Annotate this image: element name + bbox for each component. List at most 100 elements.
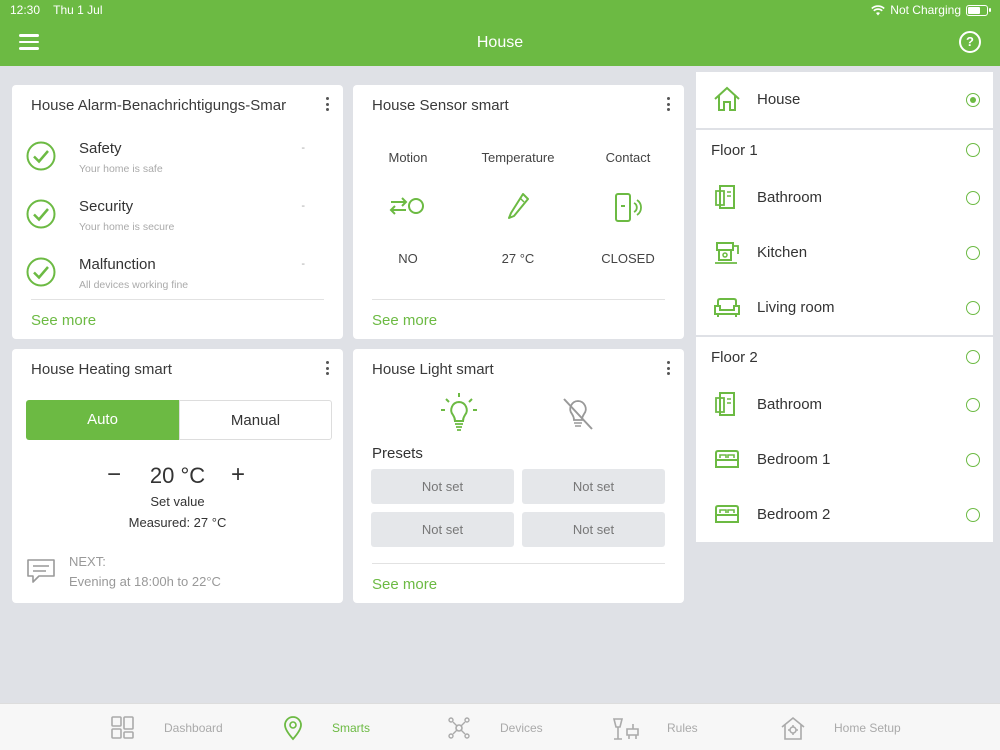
nav-smarts[interactable]: Smarts (280, 704, 380, 750)
light-off-icon[interactable] (559, 393, 597, 433)
bottom-navigation: Dashboard Smarts Devices Rules Home Setu… (0, 703, 1000, 750)
sensor-card-title: House Sensor smart (372, 97, 509, 114)
floor-radio[interactable] (966, 143, 980, 157)
room-radio[interactable] (966, 453, 980, 467)
nav-rules[interactable]: Rules (611, 704, 711, 750)
alarm-item-value: - (301, 200, 305, 212)
alarm-menu-icon[interactable] (323, 97, 331, 113)
devices-icon (448, 717, 470, 739)
nav-dashboard[interactable]: Dashboard (110, 704, 230, 750)
divider (372, 299, 665, 300)
preset-button-2[interactable]: Not set (522, 469, 665, 504)
kitchen-icon (715, 242, 739, 264)
alarm-see-more-link[interactable]: See more (31, 312, 96, 329)
nav-label: Smarts (332, 721, 371, 735)
nav-label: Home Setup (834, 721, 901, 735)
sensor-contact[interactable]: Contact CLOSED (573, 150, 683, 266)
room-name: Bathroom (757, 189, 823, 206)
room-radio[interactable] (966, 301, 980, 315)
smarts-icon (284, 716, 302, 741)
sensor-motion[interactable]: Motion NO (353, 150, 463, 266)
door-contact-icon (573, 191, 683, 231)
room-name: Bedroom 2 (757, 506, 831, 523)
nav-label: Dashboard (164, 721, 223, 735)
status-date: Thu 1 Jul (53, 3, 103, 17)
rules-icon (612, 718, 639, 740)
setpoint-label: Set value (150, 494, 205, 509)
alarm-item-name: Malfunction (79, 256, 156, 273)
light-menu-icon[interactable] (664, 361, 672, 377)
room-name: House (757, 91, 801, 108)
alarm-item-security[interactable]: Security Your home is secure - (26, 195, 324, 243)
room-item-living-room[interactable]: Living room (696, 280, 993, 335)
preset-button-4[interactable]: Not set (522, 512, 665, 547)
increase-temp-button[interactable]: + (231, 461, 245, 489)
alarm-item-value: - (301, 142, 305, 154)
presets-label: Presets (372, 445, 423, 462)
room-radio[interactable] (966, 398, 980, 412)
room-item-bedroom-2[interactable]: Bedroom 2 (696, 487, 993, 542)
app-header: House ? (0, 20, 1000, 66)
measured-temp: Measured: 27 °C (128, 515, 227, 530)
alarm-item-sub: Your home is secure (79, 221, 175, 233)
room-name: Bedroom 1 (757, 451, 831, 468)
floor-item-2[interactable]: Floor 2 (696, 337, 993, 377)
sofa-icon (714, 298, 740, 317)
divider (372, 563, 665, 564)
nav-label: Devices (500, 721, 543, 735)
heating-menu-icon[interactable] (323, 361, 331, 377)
check-circle-icon (26, 199, 56, 229)
room-item-bathroom[interactable]: Bathroom (696, 170, 993, 225)
manual-mode-button[interactable]: Manual (179, 400, 332, 440)
sensor-value: NO (398, 251, 418, 266)
home-setup-icon (781, 716, 805, 740)
help-button[interactable]: ? (959, 31, 981, 53)
alarm-item-malfunction[interactable]: Malfunction All devices working fine - (26, 253, 324, 301)
room-radio[interactable] (966, 508, 980, 522)
sensor-menu-icon[interactable] (664, 97, 672, 113)
chat-bubble-icon (27, 559, 55, 583)
alarm-item-value: - (301, 258, 305, 270)
check-circle-icon (26, 257, 56, 287)
room-radio[interactable] (966, 93, 980, 107)
sensor-label: Motion (388, 150, 428, 165)
battery-fill (968, 6, 980, 14)
alarm-item-safety[interactable]: Safety Your home is safe - (26, 137, 324, 185)
room-item-house[interactable]: House (696, 72, 993, 127)
sensor-see-more-link[interactable]: See more (372, 312, 437, 329)
auto-mode-button[interactable]: Auto (26, 400, 179, 440)
battery-icon (966, 4, 991, 16)
floor-name: Floor 2 (711, 349, 758, 366)
bathroom-icon (715, 392, 735, 416)
light-see-more-link[interactable]: See more (372, 576, 437, 593)
preset-button-1[interactable]: Not set (371, 469, 514, 504)
next-label: NEXT: (69, 554, 106, 569)
room-radio[interactable] (966, 191, 980, 205)
thermometer-icon (463, 191, 573, 231)
room-item-kitchen[interactable]: Kitchen (696, 225, 993, 280)
heating-card: House Heating smart Auto Manual − 20 °C … (12, 349, 343, 603)
room-item-bathroom-2[interactable]: Bathroom (696, 377, 993, 432)
bed-icon (715, 505, 739, 523)
preset-button-3[interactable]: Not set (371, 512, 514, 547)
status-time: 12:30 (10, 3, 41, 17)
sensor-temperature[interactable]: Temperature 27 °C (463, 150, 573, 266)
room-item-bedroom-1[interactable]: Bedroom 1 (696, 432, 993, 487)
nav-devices[interactable]: Devices (446, 704, 556, 750)
divider (31, 299, 324, 300)
motion-icon (353, 191, 463, 231)
room-selector-panel: House Floor 1 Bathroom Kitchen Living ro… (696, 72, 993, 542)
sensor-value: 27 °C (501, 251, 535, 266)
room-radio[interactable] (966, 246, 980, 260)
alarm-item-name: Security (79, 198, 134, 215)
floor-radio[interactable] (966, 350, 980, 364)
alarm-item-sub: Your home is safe (79, 163, 163, 175)
light-on-icon[interactable] (439, 391, 479, 435)
floor-name: Floor 1 (711, 142, 758, 159)
nav-home-setup[interactable]: Home Setup (780, 704, 910, 750)
sensor-label: Temperature (481, 150, 555, 165)
room-name: Living room (757, 299, 835, 316)
floor-item-1[interactable]: Floor 1 (696, 130, 993, 170)
check-circle-icon (26, 141, 56, 171)
bed-icon (715, 450, 739, 468)
